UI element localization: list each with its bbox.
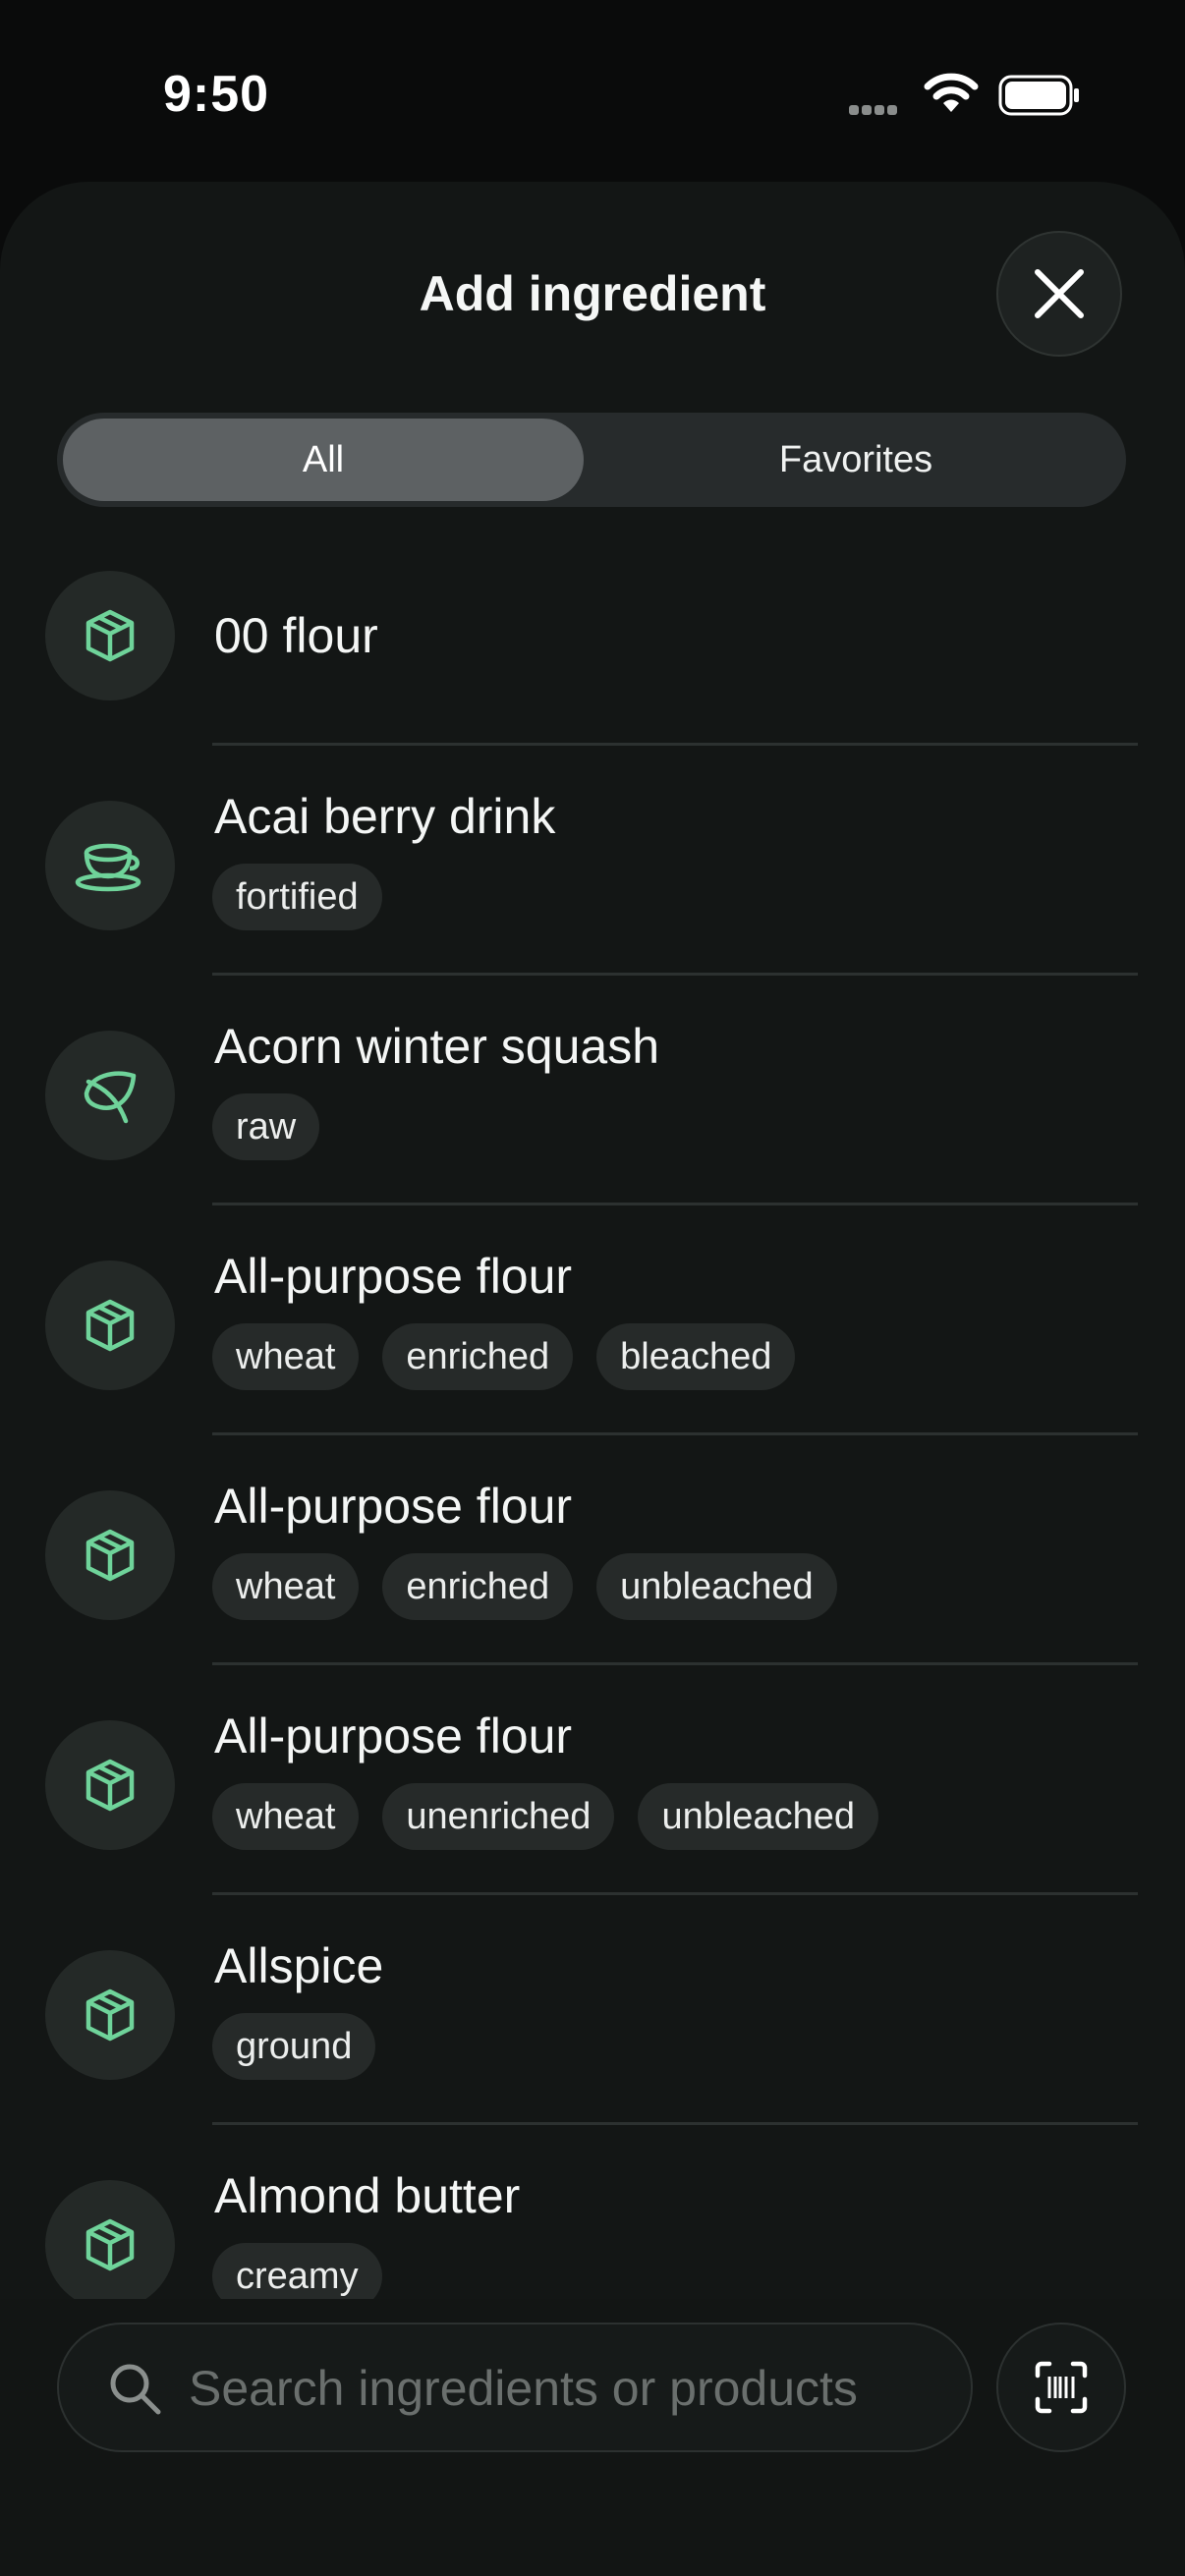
ingredient-name: All-purpose flour [214,1249,573,1304]
ingredient-tag: enriched [382,1553,574,1620]
tab-all[interactable]: All [63,419,584,501]
ingredient-name: 00 flour [214,608,378,663]
ingredient-tag: enriched [382,1323,574,1390]
ingredient-tag: wheat [212,1553,360,1620]
ingredient-tag: unbleached [638,1783,878,1850]
row-divider [212,1432,1138,1435]
ingredient-list[interactable]: 00 flour Acai berry drink fortified Acorn w… [0,538,1185,2299]
ingredient-tag: unenriched [382,1783,615,1850]
row-divider [212,1203,1138,1205]
ingredient-tags: creamy [212,2243,382,2299]
ingredient-name: All-purpose flour [214,1479,573,1534]
ingredient-row[interactable]: Acorn winter squash raw [0,998,1185,1228]
box-icon [85,1529,135,1582]
search-field[interactable] [57,2323,973,2452]
cup-icon [75,843,141,892]
ingredient-tags: raw [212,1093,320,1160]
box-icon [85,2218,135,2271]
ingredient-icon-circle [45,2180,175,2299]
ingredient-tags: ground [212,2013,376,2080]
box-icon [85,609,135,662]
search-input[interactable] [187,2354,937,2423]
leaf-icon [84,1071,137,1124]
ingredient-icon-circle [45,1490,175,1620]
close-icon [1035,269,1084,318]
ingredient-icon-circle [45,1950,175,2080]
ingredient-tags: wheat enriched bleached [212,1323,796,1390]
close-button[interactable] [996,231,1122,357]
box-icon [85,1759,135,1812]
ingredient-tag: wheat [212,1323,360,1390]
ingredient-row[interactable]: All-purpose flour wheat enriched bleached [0,1228,1185,1458]
ingredient-name: All-purpose flour [214,1708,573,1764]
box-icon [85,1299,135,1352]
row-divider [212,1892,1138,1895]
ingredient-tags: wheat enriched unbleached [212,1553,837,1620]
ingredient-tag: wheat [212,1783,360,1850]
barcode-scan-button[interactable] [996,2323,1126,2452]
ingredient-icon-circle [45,1720,175,1850]
ingredient-tag: ground [212,2013,376,2080]
ingredient-row[interactable]: 00 flour [0,538,1185,768]
status-bar: 9:50 [0,0,1185,187]
wifi-icon [924,73,979,112]
row-divider [212,1662,1138,1665]
ingredient-row[interactable]: All-purpose flour wheat unenriched unbleach… [0,1688,1185,1918]
ingredient-tags: wheat unenriched unbleached [212,1783,878,1850]
ingredient-tags: fortified [212,864,382,930]
ingredient-row[interactable]: All-purpose flour wheat enriched unbleached [0,1458,1185,1688]
ingredient-icon-circle [45,1031,175,1160]
ingredient-tag: bleached [596,1323,796,1390]
status-time: 9:50 [163,66,270,123]
filter-segmented-control: All Favorites [57,413,1126,507]
ingredient-row[interactable]: Allspice ground [0,1918,1185,2148]
ingredient-tag: fortified [212,864,382,930]
ingredient-row[interactable]: Almond butter creamy [0,2148,1185,2299]
tab-favorites[interactable]: Favorites [592,419,1119,501]
row-divider [212,973,1138,976]
ingredient-icon-circle [45,1260,175,1390]
ingredient-tag: raw [212,1093,320,1160]
box-icon [85,1988,135,2042]
ingredient-name: Acai berry drink [214,789,556,844]
ingredient-icon-circle [45,571,175,700]
row-divider [212,2122,1138,2125]
barcode-scan-icon [1035,2361,1088,2414]
row-divider [212,743,1138,746]
battery-icon [998,75,1079,116]
ingredient-row[interactable]: Acai berry drink fortified [0,768,1185,998]
ingredient-icon-circle [45,801,175,930]
ingredient-tag: unbleached [596,1553,837,1620]
cellular-signal-icon [849,102,900,120]
ingredient-tag: creamy [212,2243,382,2299]
search-icon [110,2364,161,2415]
ingredient-name: Acorn winter squash [214,1019,660,1074]
ingredient-name: Allspice [214,1938,384,1993]
ingredient-name: Almond butter [214,2168,521,2223]
